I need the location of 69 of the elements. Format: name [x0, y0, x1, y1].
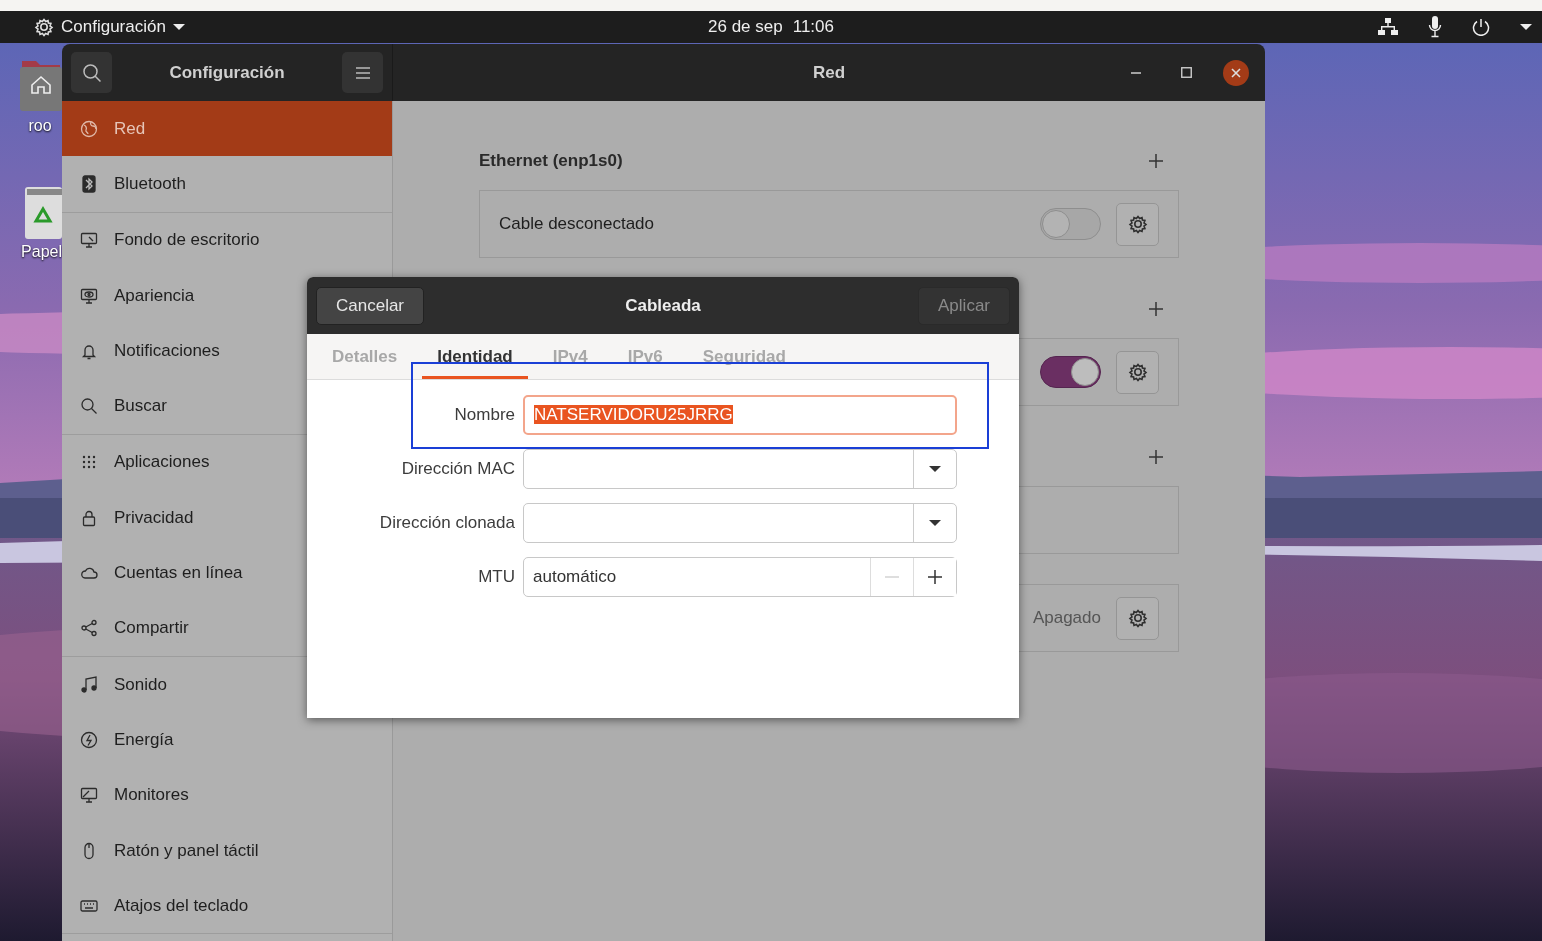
menu-icon	[355, 66, 370, 79]
field-label: Nombre	[453, 405, 515, 425]
monitor-icon	[80, 786, 98, 805]
microphone-icon[interactable]	[1428, 16, 1442, 38]
sidebar-item[interactable]: Bluetooth	[62, 156, 392, 212]
settings-button[interactable]	[1116, 596, 1159, 640]
minus-icon	[885, 576, 899, 578]
dropdown-field[interactable]	[523, 449, 957, 489]
section-title: Ethernet (enp1s0)	[479, 151, 623, 171]
spin-field[interactable]: automático	[523, 557, 957, 597]
plus-icon[interactable]	[1148, 449, 1164, 465]
sidebar-item[interactable]: Monitores	[62, 767, 392, 823]
desktop-picture-icon	[80, 231, 98, 250]
lock-icon	[80, 508, 98, 527]
date-text: 26 de sep	[708, 17, 783, 37]
sidebar-item[interactable]: Ratón y panel táctil	[62, 822, 392, 879]
sidebar-title: Configuración	[169, 62, 285, 83]
close-icon	[1231, 67, 1241, 78]
search-icon	[81, 62, 102, 83]
minimize-icon	[1131, 71, 1141, 74]
plus-icon[interactable]	[1148, 301, 1164, 317]
caret-icon[interactable]	[1520, 23, 1532, 31]
gear-icon	[1127, 214, 1148, 234]
sidebar-item[interactable]: Energía	[62, 712, 392, 768]
desktop-icon-label: Papel	[21, 243, 62, 261]
network-icon[interactable]	[1378, 18, 1398, 36]
gear-icon	[34, 17, 54, 37]
toggle-switch[interactable]	[1040, 208, 1101, 240]
caret-icon	[172, 23, 185, 31]
music-note-icon	[80, 675, 98, 694]
bluetooth-icon	[80, 174, 98, 193]
sidebar-item[interactable]: Fondo de escritorio	[62, 212, 392, 268]
search-icon	[80, 397, 98, 416]
cancel-button[interactable]: Cancelar	[316, 286, 425, 325]
power-icon[interactable]	[1472, 18, 1490, 36]
desktop-icon-label: roo	[28, 117, 52, 135]
field-label: Dirección clonada	[378, 513, 515, 533]
plus-icon	[927, 569, 943, 585]
settings-button[interactable]	[1116, 350, 1159, 394]
clock-time: 11:06	[792, 17, 834, 37]
gear-icon	[1127, 608, 1148, 628]
app-menu[interactable]: Configuración	[34, 17, 185, 37]
increase-button[interactable]	[913, 558, 956, 596]
toggle-switch[interactable]	[1040, 356, 1101, 388]
close-button[interactable]	[1223, 59, 1249, 86]
sidebar-item[interactable]: Red	[62, 101, 392, 157]
settings-button[interactable]	[1116, 202, 1159, 246]
caret-icon	[929, 465, 941, 473]
trash-icon	[24, 187, 62, 239]
share-icon	[80, 619, 98, 638]
connection-status: Cable desconectado	[499, 214, 654, 234]
field-label: MTU	[477, 567, 515, 587]
input-field[interactable]: NATSERVIDORU25JRRG	[523, 395, 957, 435]
tab[interactable]: Identidad	[422, 334, 528, 379]
dialog-title: Cableada	[625, 295, 701, 316]
window-title: Red	[812, 62, 846, 83]
caret-icon	[929, 519, 941, 527]
sidebar-item[interactable]: Atajos del teclado	[62, 878, 392, 934]
status-text: Apagado	[1032, 608, 1101, 628]
dropdown-field[interactable]	[523, 503, 957, 543]
globe-icon	[80, 119, 98, 138]
maximize-icon	[1180, 67, 1192, 78]
search-button[interactable]	[71, 52, 112, 93]
lightning-icon	[80, 730, 98, 749]
eye-monitor-icon	[80, 286, 98, 305]
field-label: Dirección MAC	[400, 459, 515, 479]
menu-button[interactable]	[342, 52, 383, 93]
gear-icon	[1127, 362, 1148, 382]
plus-icon[interactable]	[1148, 153, 1164, 169]
